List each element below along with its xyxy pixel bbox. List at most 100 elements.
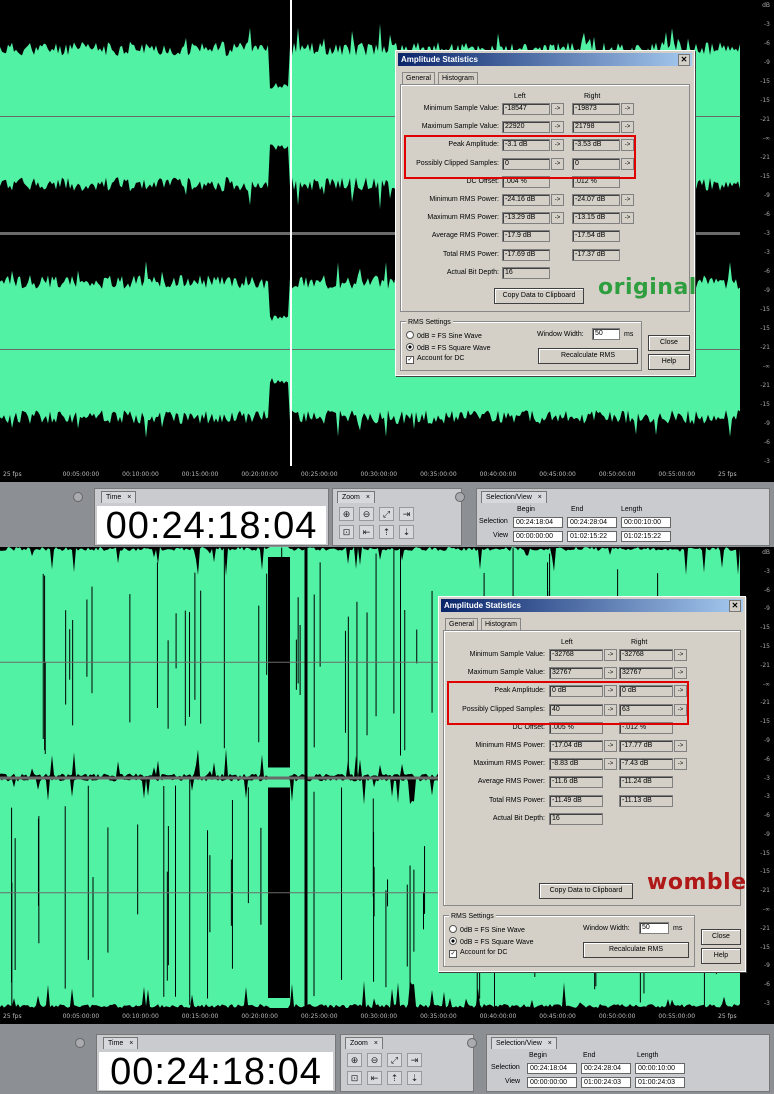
goto-right-arrow-icon[interactable]: ->: [674, 740, 687, 752]
zoom-left-icon[interactable]: ⇤: [359, 525, 374, 539]
checkmark-icon: ✓: [406, 356, 414, 364]
recalculate-rms-button[interactable]: Recalculate RMS: [583, 942, 689, 958]
zoom-in-icon[interactable]: ⊕: [339, 507, 354, 521]
copy-data-button[interactable]: Copy Data to Clipboard: [494, 288, 584, 304]
view-length-field[interactable]: 01:02:15:22: [621, 531, 671, 542]
tab-zoom[interactable]: Zoom ×: [337, 491, 375, 503]
view-end-field[interactable]: 01:00:24:03: [581, 1077, 631, 1088]
zoom-full-icon[interactable]: ⤢: [387, 1053, 402, 1067]
goto-left-arrow-icon[interactable]: ->: [604, 667, 617, 680]
close-button[interactable]: Close: [701, 929, 741, 945]
tab-general[interactable]: General: [402, 72, 435, 84]
bottom-screenshot: dB -3 -6 -9 -15 -15 -21 -∞ -21 -15 -9 -6 -3 -3 -6 -9 -15…: [0, 547, 774, 1094]
help-button[interactable]: Help: [701, 948, 741, 964]
stat-left-value: -11.6 dB: [549, 776, 603, 789]
goto-left-arrow-icon[interactable]: ->: [551, 212, 564, 225]
goto-right-arrow-icon[interactable]: ->: [621, 103, 634, 115]
sine-wave-radio[interactable]: 0dB = FS Sine Wave: [406, 331, 482, 340]
zoom-vertical-in-icon[interactable]: ⇡: [379, 525, 394, 539]
close-icon[interactable]: ×: [127, 494, 131, 501]
selection-length-field[interactable]: 00:00:10:00: [621, 517, 671, 528]
zoom-full-icon[interactable]: ⤢: [379, 507, 394, 521]
db-tick-label: -9: [764, 830, 770, 838]
stat-left-value: 16: [502, 266, 550, 279]
goto-left-arrow-icon[interactable]: ->: [551, 194, 564, 206]
tab-selection-view[interactable]: Selection/View ×: [481, 491, 547, 503]
checkmark-icon: ✓: [449, 950, 457, 958]
goto-right-arrow-icon[interactable]: ->: [674, 649, 687, 661]
goto-right-arrow-icon[interactable]: ->: [674, 758, 687, 771]
close-icon[interactable]: ✕: [678, 54, 690, 66]
copy-data-button[interactable]: Copy Data to Clipboard: [539, 883, 633, 899]
zoom-vertical-in-icon[interactable]: ⇡: [387, 1071, 402, 1085]
selection-length-field[interactable]: 00:00:10:00: [635, 1063, 685, 1074]
view-end-field[interactable]: 01:02:15:22: [567, 531, 617, 542]
selection-end-field[interactable]: 00:24:28:04: [567, 517, 617, 528]
tab-general[interactable]: General: [445, 618, 478, 630]
tab-time[interactable]: Time ×: [103, 1037, 139, 1049]
db-tick-label: -3: [764, 567, 770, 575]
time-ruler[interactable]: 25 fps 00:05:00:00 00:10:00:00 00:15:00:00 0…: [0, 1008, 774, 1024]
zoom-right-icon[interactable]: ⇥: [399, 507, 414, 521]
account-dc-checkbox[interactable]: ✓ Account for DC: [449, 949, 507, 958]
column-header-right: Right: [584, 93, 601, 100]
goto-left-arrow-icon[interactable]: ->: [551, 103, 564, 115]
goto-left-arrow-icon[interactable]: ->: [604, 758, 617, 771]
tab-histogram[interactable]: Histogram: [438, 72, 478, 84]
db-tick-label: -6: [764, 40, 770, 47]
time-tick-label: 00:30:00:00: [360, 471, 398, 478]
tab-time[interactable]: Time ×: [101, 491, 137, 503]
zoom-out-icon[interactable]: ⊖: [367, 1053, 382, 1067]
selection-end-field[interactable]: 00:24:28:04: [581, 1063, 631, 1074]
goto-right-arrow-icon[interactable]: ->: [621, 194, 634, 206]
tab-histogram[interactable]: Histogram: [481, 618, 521, 630]
view-begin-field[interactable]: 00:00:00:00: [513, 531, 563, 542]
view-begin-field[interactable]: 00:00:00:00: [527, 1077, 577, 1088]
zoom-left-icon[interactable]: ⇤: [367, 1071, 382, 1085]
zoom-vertical-out-icon[interactable]: ⇣: [399, 525, 414, 539]
row-label: View: [505, 1078, 521, 1085]
square-wave-radio[interactable]: 0dB = FS Square Wave: [449, 937, 533, 946]
zoom-out-icon[interactable]: ⊖: [359, 507, 374, 521]
zoom-vertical-out-icon[interactable]: ⇣: [407, 1071, 422, 1085]
zoom-selection-icon[interactable]: ⊡: [339, 525, 354, 539]
goto-left-arrow-icon[interactable]: ->: [551, 121, 564, 134]
close-icon[interactable]: ×: [374, 1040, 378, 1047]
zoom-selection-icon[interactable]: ⊡: [347, 1071, 362, 1085]
tab-zoom[interactable]: Zoom ×: [345, 1037, 383, 1049]
goto-left-arrow-icon[interactable]: ->: [604, 740, 617, 752]
db-tick-label: -6: [764, 211, 770, 218]
window-width-input[interactable]: 50: [592, 328, 620, 340]
time-ruler[interactable]: 25 fps 00:05:00:00 00:10:00:00 00:15:00:00 0…: [0, 466, 774, 482]
close-icon[interactable]: ×: [366, 494, 370, 501]
panel-grip-icon[interactable]: [455, 492, 465, 502]
goto-right-arrow-icon[interactable]: ->: [621, 212, 634, 225]
zoom-in-icon[interactable]: ⊕: [347, 1053, 362, 1067]
panel-grip-icon[interactable]: [75, 1038, 85, 1048]
zoom-right-icon[interactable]: ⇥: [407, 1053, 422, 1067]
selection-begin-field[interactable]: 00:24:18:04: [527, 1063, 577, 1074]
time-tick-label: 00:25:00:00: [300, 471, 338, 478]
close-button[interactable]: Close: [648, 335, 690, 351]
stat-right-value: -13.15 dB: [572, 212, 620, 225]
close-icon[interactable]: ×: [548, 1040, 552, 1047]
tab-selection-view[interactable]: Selection/View ×: [491, 1037, 557, 1049]
close-icon[interactable]: ×: [129, 1040, 133, 1047]
goto-left-arrow-icon[interactable]: ->: [604, 649, 617, 661]
stat-left-value: -24.16 dB: [502, 194, 550, 206]
selection-begin-field[interactable]: 00:24:18:04: [513, 517, 563, 528]
account-dc-checkbox[interactable]: ✓ Account for DC: [406, 355, 464, 364]
goto-right-arrow-icon[interactable]: ->: [674, 667, 687, 680]
close-icon[interactable]: ✕: [729, 600, 741, 612]
panel-grip-icon[interactable]: [467, 1038, 477, 1048]
close-icon[interactable]: ×: [538, 494, 542, 501]
help-button[interactable]: Help: [648, 354, 690, 370]
panel-grip-icon[interactable]: [73, 492, 83, 502]
view-length-field[interactable]: 01:00:24:03: [635, 1077, 685, 1088]
column-header-left: Left: [514, 93, 526, 100]
goto-right-arrow-icon[interactable]: ->: [621, 121, 634, 134]
window-width-input[interactable]: 50: [639, 922, 669, 934]
square-wave-radio[interactable]: 0dB = FS Square Wave: [406, 343, 490, 352]
sine-wave-radio[interactable]: 0dB = FS Sine Wave: [449, 925, 525, 934]
recalculate-rms-button[interactable]: Recalculate RMS: [538, 348, 638, 364]
